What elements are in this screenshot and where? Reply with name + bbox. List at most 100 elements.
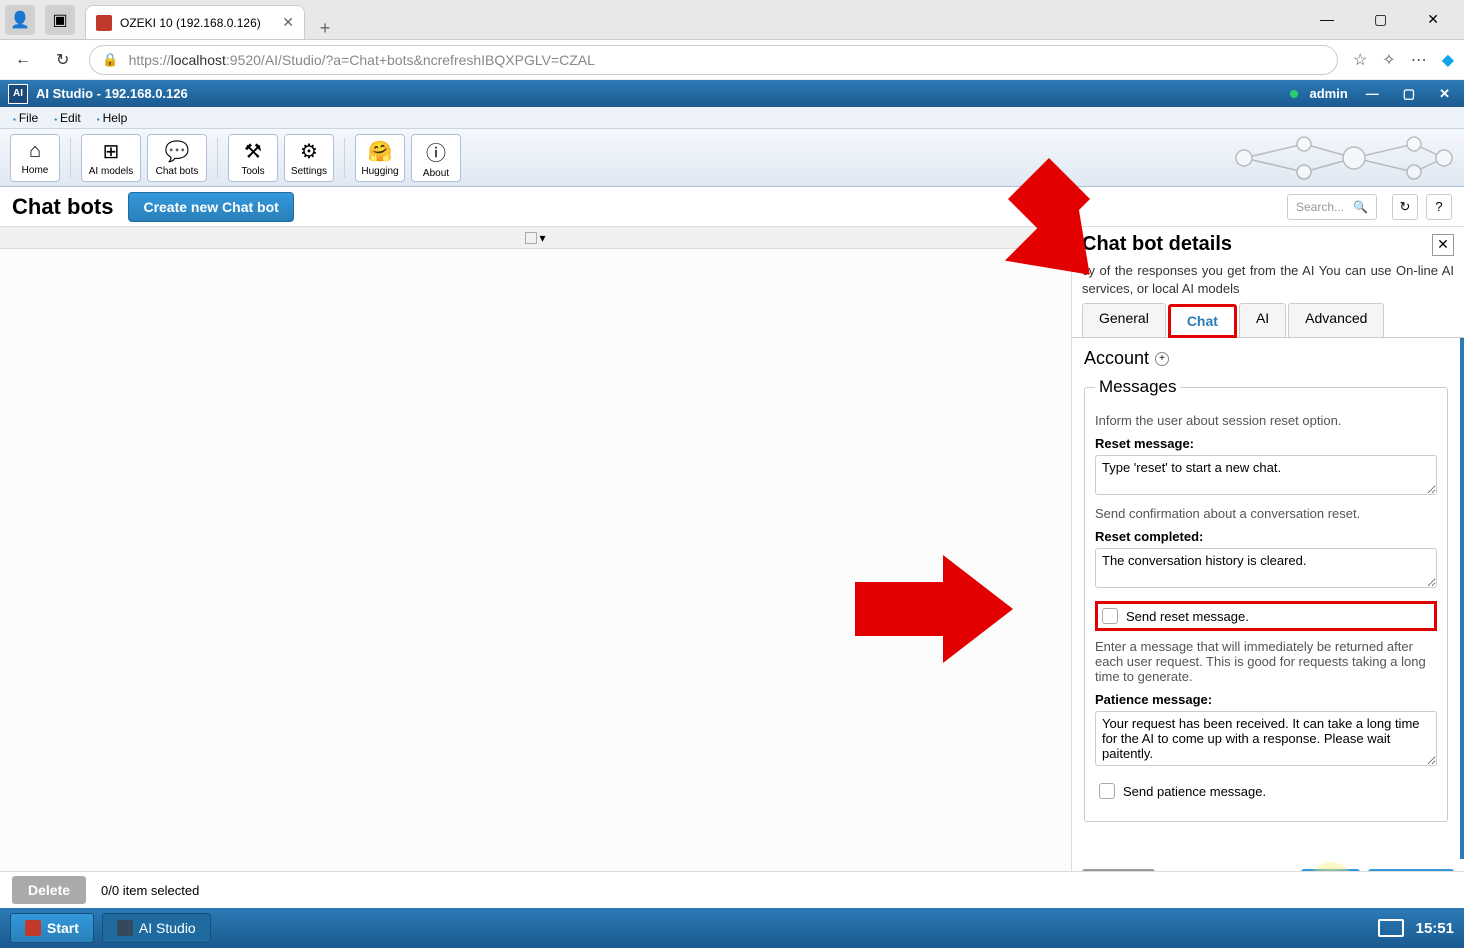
hugging-icon: 🤗 xyxy=(368,139,393,164)
start-icon xyxy=(25,920,41,936)
browser-tab[interactable]: OZEKI 10 (192.168.0.126) ✕ xyxy=(85,5,305,39)
app-title: AI Studio - 192.168.0.126 xyxy=(36,86,188,101)
keyboard-icon[interactable] xyxy=(1378,919,1404,937)
toolbar-ai-models-button[interactable]: ⊞AI models xyxy=(81,134,141,182)
workspaces-button[interactable]: ▣ xyxy=(45,5,75,35)
menu-help[interactable]: Help xyxy=(89,111,136,125)
page-title: Chat bots xyxy=(12,194,113,220)
ai-models-icon: ⊞ xyxy=(103,139,120,164)
chat-bots-icon: 💬 xyxy=(165,139,190,164)
tab-title: OZEKI 10 (192.168.0.126) xyxy=(120,16,274,30)
tools-icon: ⚒ xyxy=(244,139,262,164)
messages-fieldset: Messages Inform the user about session r… xyxy=(1084,377,1448,822)
app-maximize-button[interactable]: ▢ xyxy=(1397,84,1421,104)
collections-icon[interactable]: ✧ xyxy=(1382,50,1395,70)
send-patience-checkbox[interactable] xyxy=(1099,783,1115,799)
delete-button[interactable]: Delete xyxy=(12,876,86,904)
app-taskbar-icon xyxy=(117,920,133,936)
taskbar-app-button[interactable]: AI Studio xyxy=(102,913,211,943)
toolbar-chat-bots-button[interactable]: 💬Chat bots xyxy=(147,134,207,182)
tab-close-icon[interactable]: ✕ xyxy=(282,14,294,31)
tab-chat[interactable]: Chat xyxy=(1168,304,1237,338)
send-reset-label: Send reset message. xyxy=(1126,609,1249,624)
app-minimize-button[interactable]: — xyxy=(1360,84,1385,103)
create-chat-bot-button[interactable]: Create new Chat bot xyxy=(128,192,293,222)
info-icon: ⓘ xyxy=(426,137,446,166)
url-text: https://localhost:9520/AI/Studio/?a=Chat… xyxy=(129,52,1325,68)
tab-general[interactable]: General xyxy=(1082,303,1166,337)
help-button[interactable]: ? xyxy=(1426,194,1452,220)
search-icon: 🔍 xyxy=(1353,200,1368,214)
toolbar-separator xyxy=(217,138,218,178)
toolbar-settings-button[interactable]: ⚙Settings xyxy=(284,134,334,182)
panel-close-button[interactable]: ✕ xyxy=(1432,234,1454,256)
refresh-button[interactable]: ↻ xyxy=(51,45,74,75)
reset-message-label: Reset message: xyxy=(1095,436,1437,451)
url-input[interactable]: 🔒 https://localhost:9520/AI/Studio/?a=Ch… xyxy=(89,45,1338,75)
chevron-down-icon[interactable]: ▾ xyxy=(539,231,545,245)
toolbar-home-button[interactable]: ⌂Home xyxy=(10,134,60,182)
browser-tab-strip: 👤 ▣ OZEKI 10 (192.168.0.126) ✕ + — ▢ ✕ xyxy=(0,0,1464,40)
help-icon: ? xyxy=(1435,199,1442,214)
reset-completed-input[interactable] xyxy=(1095,548,1437,588)
panel-title: Chat bot details xyxy=(1082,233,1232,256)
content-header: Chat bots Create new Chat bot Search... … xyxy=(0,187,1464,227)
menubar: File Edit Help xyxy=(0,107,1464,129)
selection-count: 0/0 item selected xyxy=(101,883,199,898)
menu-edit[interactable]: Edit xyxy=(46,111,89,125)
new-tab-button[interactable]: + xyxy=(310,18,340,39)
profile-button[interactable]: 👤 xyxy=(5,5,35,35)
account-section-header[interactable]: Account + xyxy=(1084,348,1448,369)
refresh-icon: ↻ xyxy=(1400,199,1411,215)
close-icon: ✕ xyxy=(1437,236,1449,253)
panel-description: cy of the responses you get from the AI … xyxy=(1072,262,1464,303)
app-titlebar: AI AI Studio - 192.168.0.126 admin — ▢ ✕ xyxy=(0,80,1464,107)
reset-message-input[interactable] xyxy=(1095,455,1437,495)
toolbar-hugging-button[interactable]: 🤗Hugging xyxy=(355,134,405,182)
status-indicator-icon xyxy=(1290,90,1298,98)
copilot-icon[interactable]: ◆ xyxy=(1442,50,1454,70)
toolbar-tools-button[interactable]: ⚒Tools xyxy=(228,134,278,182)
details-panel: Chat bot details ✕ cy of the responses y… xyxy=(1072,227,1464,911)
send-patience-checkbox-row[interactable]: Send patience message. xyxy=(1095,779,1437,803)
gear-icon: ⚙ xyxy=(300,139,318,164)
minimize-button[interactable]: — xyxy=(1310,6,1344,33)
patience-message-input[interactable] xyxy=(1095,711,1437,766)
favorite-icon[interactable]: ☆ xyxy=(1353,50,1367,70)
tab-strip: General Chat AI Advanced xyxy=(1072,303,1464,338)
tab-advanced[interactable]: Advanced xyxy=(1288,303,1384,337)
toolbar: ⌂Home ⊞AI models 💬Chat bots ⚒Tools ⚙Sett… xyxy=(0,129,1464,187)
send-reset-checkbox-row[interactable]: Send reset message. xyxy=(1095,601,1437,631)
patience-message-label: Patience message: xyxy=(1095,692,1437,707)
refresh-list-button[interactable]: ↻ xyxy=(1392,194,1418,220)
tab-favicon xyxy=(96,15,112,31)
checkbox-column[interactable] xyxy=(525,232,537,244)
inform-description: Inform the user about session reset opti… xyxy=(1095,413,1437,428)
user-label[interactable]: admin xyxy=(1310,86,1348,101)
confirm-description: Send confirmation about a conversation r… xyxy=(1095,506,1437,521)
toolbar-separator xyxy=(70,138,71,178)
app-close-button[interactable]: ✕ xyxy=(1433,84,1456,104)
start-button[interactable]: Start xyxy=(10,913,94,943)
maximize-button[interactable]: ▢ xyxy=(1364,6,1397,33)
taskbar: Start AI Studio 15:51 xyxy=(0,908,1464,948)
more-icon[interactable]: ⋯ xyxy=(1411,50,1427,70)
lock-icon: 🔒 xyxy=(102,52,118,68)
patience-description: Enter a message that will immediately be… xyxy=(1095,639,1437,684)
home-icon: ⌂ xyxy=(29,140,41,163)
search-input[interactable]: Search... 🔍 xyxy=(1287,194,1377,220)
back-button[interactable]: ← xyxy=(10,46,36,74)
clock: 15:51 xyxy=(1416,920,1454,937)
menu-file[interactable]: File xyxy=(5,111,46,125)
close-window-button[interactable]: ✕ xyxy=(1417,6,1449,33)
tab-ai[interactable]: AI xyxy=(1239,303,1286,337)
expand-icon: + xyxy=(1155,352,1169,366)
list-column-header: ▾ xyxy=(0,227,1071,249)
toolbar-about-button[interactable]: ⓘAbout xyxy=(411,134,461,182)
bottom-bar: Delete 0/0 item selected xyxy=(0,871,1464,908)
send-reset-checkbox[interactable] xyxy=(1102,608,1118,624)
send-patience-label: Send patience message. xyxy=(1123,784,1266,799)
reset-completed-label: Reset completed: xyxy=(1095,529,1437,544)
network-decoration xyxy=(1224,134,1454,182)
toolbar-separator xyxy=(344,138,345,178)
